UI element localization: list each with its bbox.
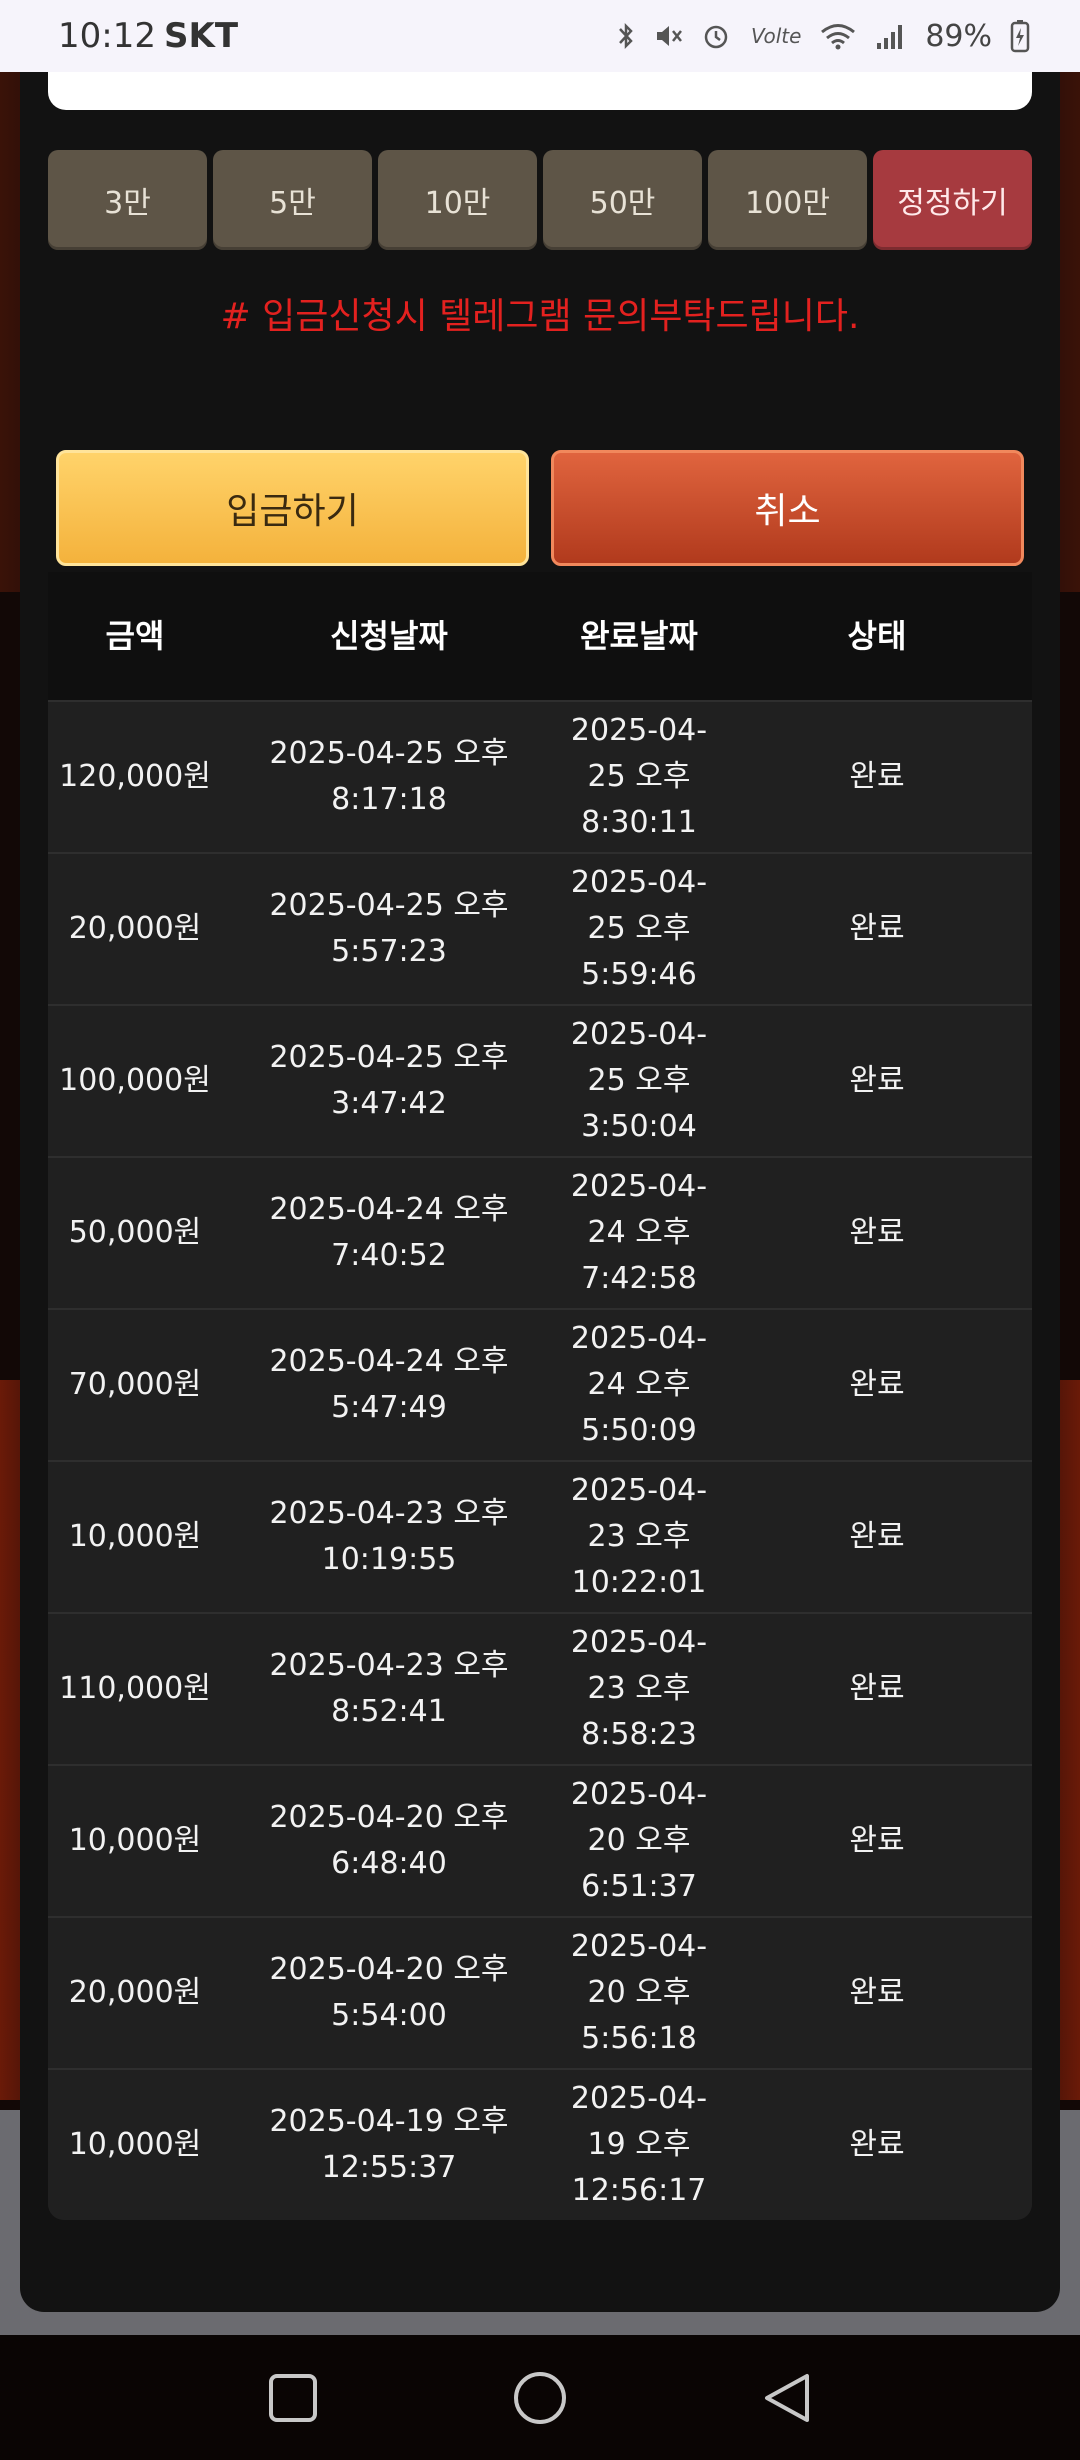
home-icon[interactable] (500, 2358, 580, 2438)
telegram-notice: # 입금신청시 텔레그램 문의부탁드립니다. (220, 296, 860, 337)
svg-text:Volte: Volte (751, 24, 801, 48)
row-amount: 100,000원 (59, 1063, 211, 1098)
deposit-panel: 3만 5만 10만 50만 100만 정정하기 # 입금신청시 텔레그램 문의부… (20, 72, 1060, 2312)
battery-level: 89% (925, 18, 992, 54)
row-request-date: 2025-04-25 오후 5:57:23 (269, 888, 509, 969)
row-request-date: 2025-04-25 오후 3:47:42 (269, 1040, 509, 1121)
row-status: 완료 (849, 1671, 905, 1706)
table-row: 110,000원 2025-04-23 오후 8:52:41 2025-04-2… (48, 1612, 1032, 1764)
mute-icon (653, 21, 683, 51)
row-status: 완료 (849, 2127, 905, 2162)
row-amount: 20,000원 (68, 911, 202, 946)
row-status: 완료 (849, 1063, 905, 1098)
row-request-date: 2025-04-23 오후 10:19:55 (269, 1496, 509, 1577)
row-amount: 20,000원 (68, 1975, 202, 2010)
amount-button-500000[interactable]: 50만 (543, 150, 702, 250)
amount-input-field[interactable] (48, 72, 1032, 110)
row-amount: 10,000원 (68, 1823, 202, 1858)
table-row: 20,000원 2025-04-25 오후 5:57:23 2025-04-25… (48, 852, 1032, 1004)
row-complete-date: 2025-04-24 오후 5:50:09 (570, 1321, 708, 1448)
table-row: 20,000원 2025-04-20 오후 5:54:00 2025-04-20… (48, 1916, 1032, 2068)
row-status: 완료 (849, 1519, 905, 1554)
row-amount: 120,000원 (59, 759, 211, 794)
header-request-date: 신청날짜 (330, 617, 448, 655)
row-complete-date: 2025-04-25 오후 5:59:46 (570, 865, 708, 992)
table-row: 100,000원 2025-04-25 오후 3:47:42 2025-04-2… (48, 1004, 1032, 1156)
row-amount: 10,000원 (68, 2127, 202, 2162)
row-complete-date: 2025-04-25 오후 8:30:11 (570, 713, 708, 840)
recents-icon[interactable] (253, 2358, 333, 2438)
table-header: 금액 신청날짜 완료날짜 상태 (48, 572, 1032, 700)
amount-button-100000[interactable]: 10만 (378, 150, 537, 250)
bluetooth-icon (617, 21, 635, 51)
row-status: 완료 (849, 911, 905, 946)
row-request-date: 2025-04-25 오후 8:17:18 (269, 736, 509, 817)
alarm-icon (701, 21, 731, 51)
table-row: 10,000원 2025-04-20 오후 6:48:40 2025-04-20… (48, 1764, 1032, 1916)
row-amount: 70,000원 (68, 1367, 202, 1402)
table-row: 50,000원 2025-04-24 오후 7:40:52 2025-04-24… (48, 1156, 1032, 1308)
action-buttons: 입금하기 취소 (56, 450, 1024, 566)
volte-icon: Volte (749, 23, 801, 49)
row-request-date: 2025-04-23 오후 8:52:41 (269, 1648, 509, 1729)
row-complete-date: 2025-04-25 오후 3:50:04 (570, 1017, 708, 1144)
row-request-date: 2025-04-24 오후 5:47:49 (269, 1344, 509, 1425)
navigation-bar (0, 2335, 1080, 2460)
row-status: 완료 (849, 1975, 905, 2010)
row-request-date: 2025-04-24 오후 7:40:52 (269, 1192, 509, 1273)
row-request-date: 2025-04-19 오후 12:55:37 (269, 2104, 509, 2185)
header-amount: 금액 (105, 617, 165, 655)
signal-icon (875, 21, 907, 51)
row-complete-date: 2025-04-24 오후 7:42:58 (570, 1169, 708, 1296)
row-request-date: 2025-04-20 오후 6:48:40 (269, 1800, 509, 1881)
row-amount: 10,000원 (68, 1519, 202, 1554)
row-complete-date: 2025-04-23 오후 10:22:01 (570, 1473, 708, 1600)
back-icon[interactable] (747, 2358, 827, 2438)
row-status: 완료 (849, 1215, 905, 1250)
amount-button-30000[interactable]: 3만 (48, 150, 207, 250)
row-request-date: 2025-04-20 오후 5:54:00 (269, 1952, 509, 2033)
table-row: 70,000원 2025-04-24 오후 5:47:49 2025-04-24… (48, 1308, 1032, 1460)
table-row: 10,000원 2025-04-23 오후 10:19:55 2025-04-2… (48, 1460, 1032, 1612)
battery-icon (1010, 19, 1030, 53)
status-time: 10:12 (58, 16, 156, 56)
wifi-icon (819, 21, 857, 51)
table-row: 120,000원 2025-04-25 오후 8:17:18 2025-04-2… (48, 700, 1032, 852)
table-row: 10,000원 2025-04-19 오후 12:55:37 2025-04-1… (48, 2068, 1032, 2220)
header-status: 상태 (847, 617, 907, 655)
cancel-button[interactable]: 취소 (551, 450, 1024, 566)
reset-amount-button[interactable]: 정정하기 (873, 150, 1032, 250)
row-amount: 110,000원 (59, 1671, 211, 1706)
amount-button-1000000[interactable]: 100만 (708, 150, 867, 250)
quick-amount-buttons: 3만 5만 10만 50만 100만 정정하기 (48, 150, 1032, 250)
deposit-button[interactable]: 입금하기 (56, 450, 529, 566)
row-complete-date: 2025-04-19 오후 12:56:17 (570, 2081, 708, 2208)
status-carrier: SKT (163, 16, 239, 56)
row-status: 완료 (849, 1367, 905, 1402)
status-bar: 10:12 SKT Volte 89% (0, 0, 1080, 72)
row-complete-date: 2025-04-20 오후 6:51:37 (570, 1777, 708, 1904)
deposit-history-table: 금액 신청날짜 완료날짜 상태 120,000원 2025-04-25 오후 8… (48, 572, 1032, 2220)
row-complete-date: 2025-04-20 오후 5:56:18 (570, 1929, 708, 2056)
amount-button-50000[interactable]: 5만 (213, 150, 372, 250)
row-status: 완료 (849, 1823, 905, 1858)
row-amount: 50,000원 (68, 1215, 202, 1250)
header-complete-date: 완료날짜 (580, 617, 698, 655)
row-complete-date: 2025-04-23 오후 8:58:23 (570, 1625, 708, 1752)
row-status: 완료 (849, 759, 905, 794)
